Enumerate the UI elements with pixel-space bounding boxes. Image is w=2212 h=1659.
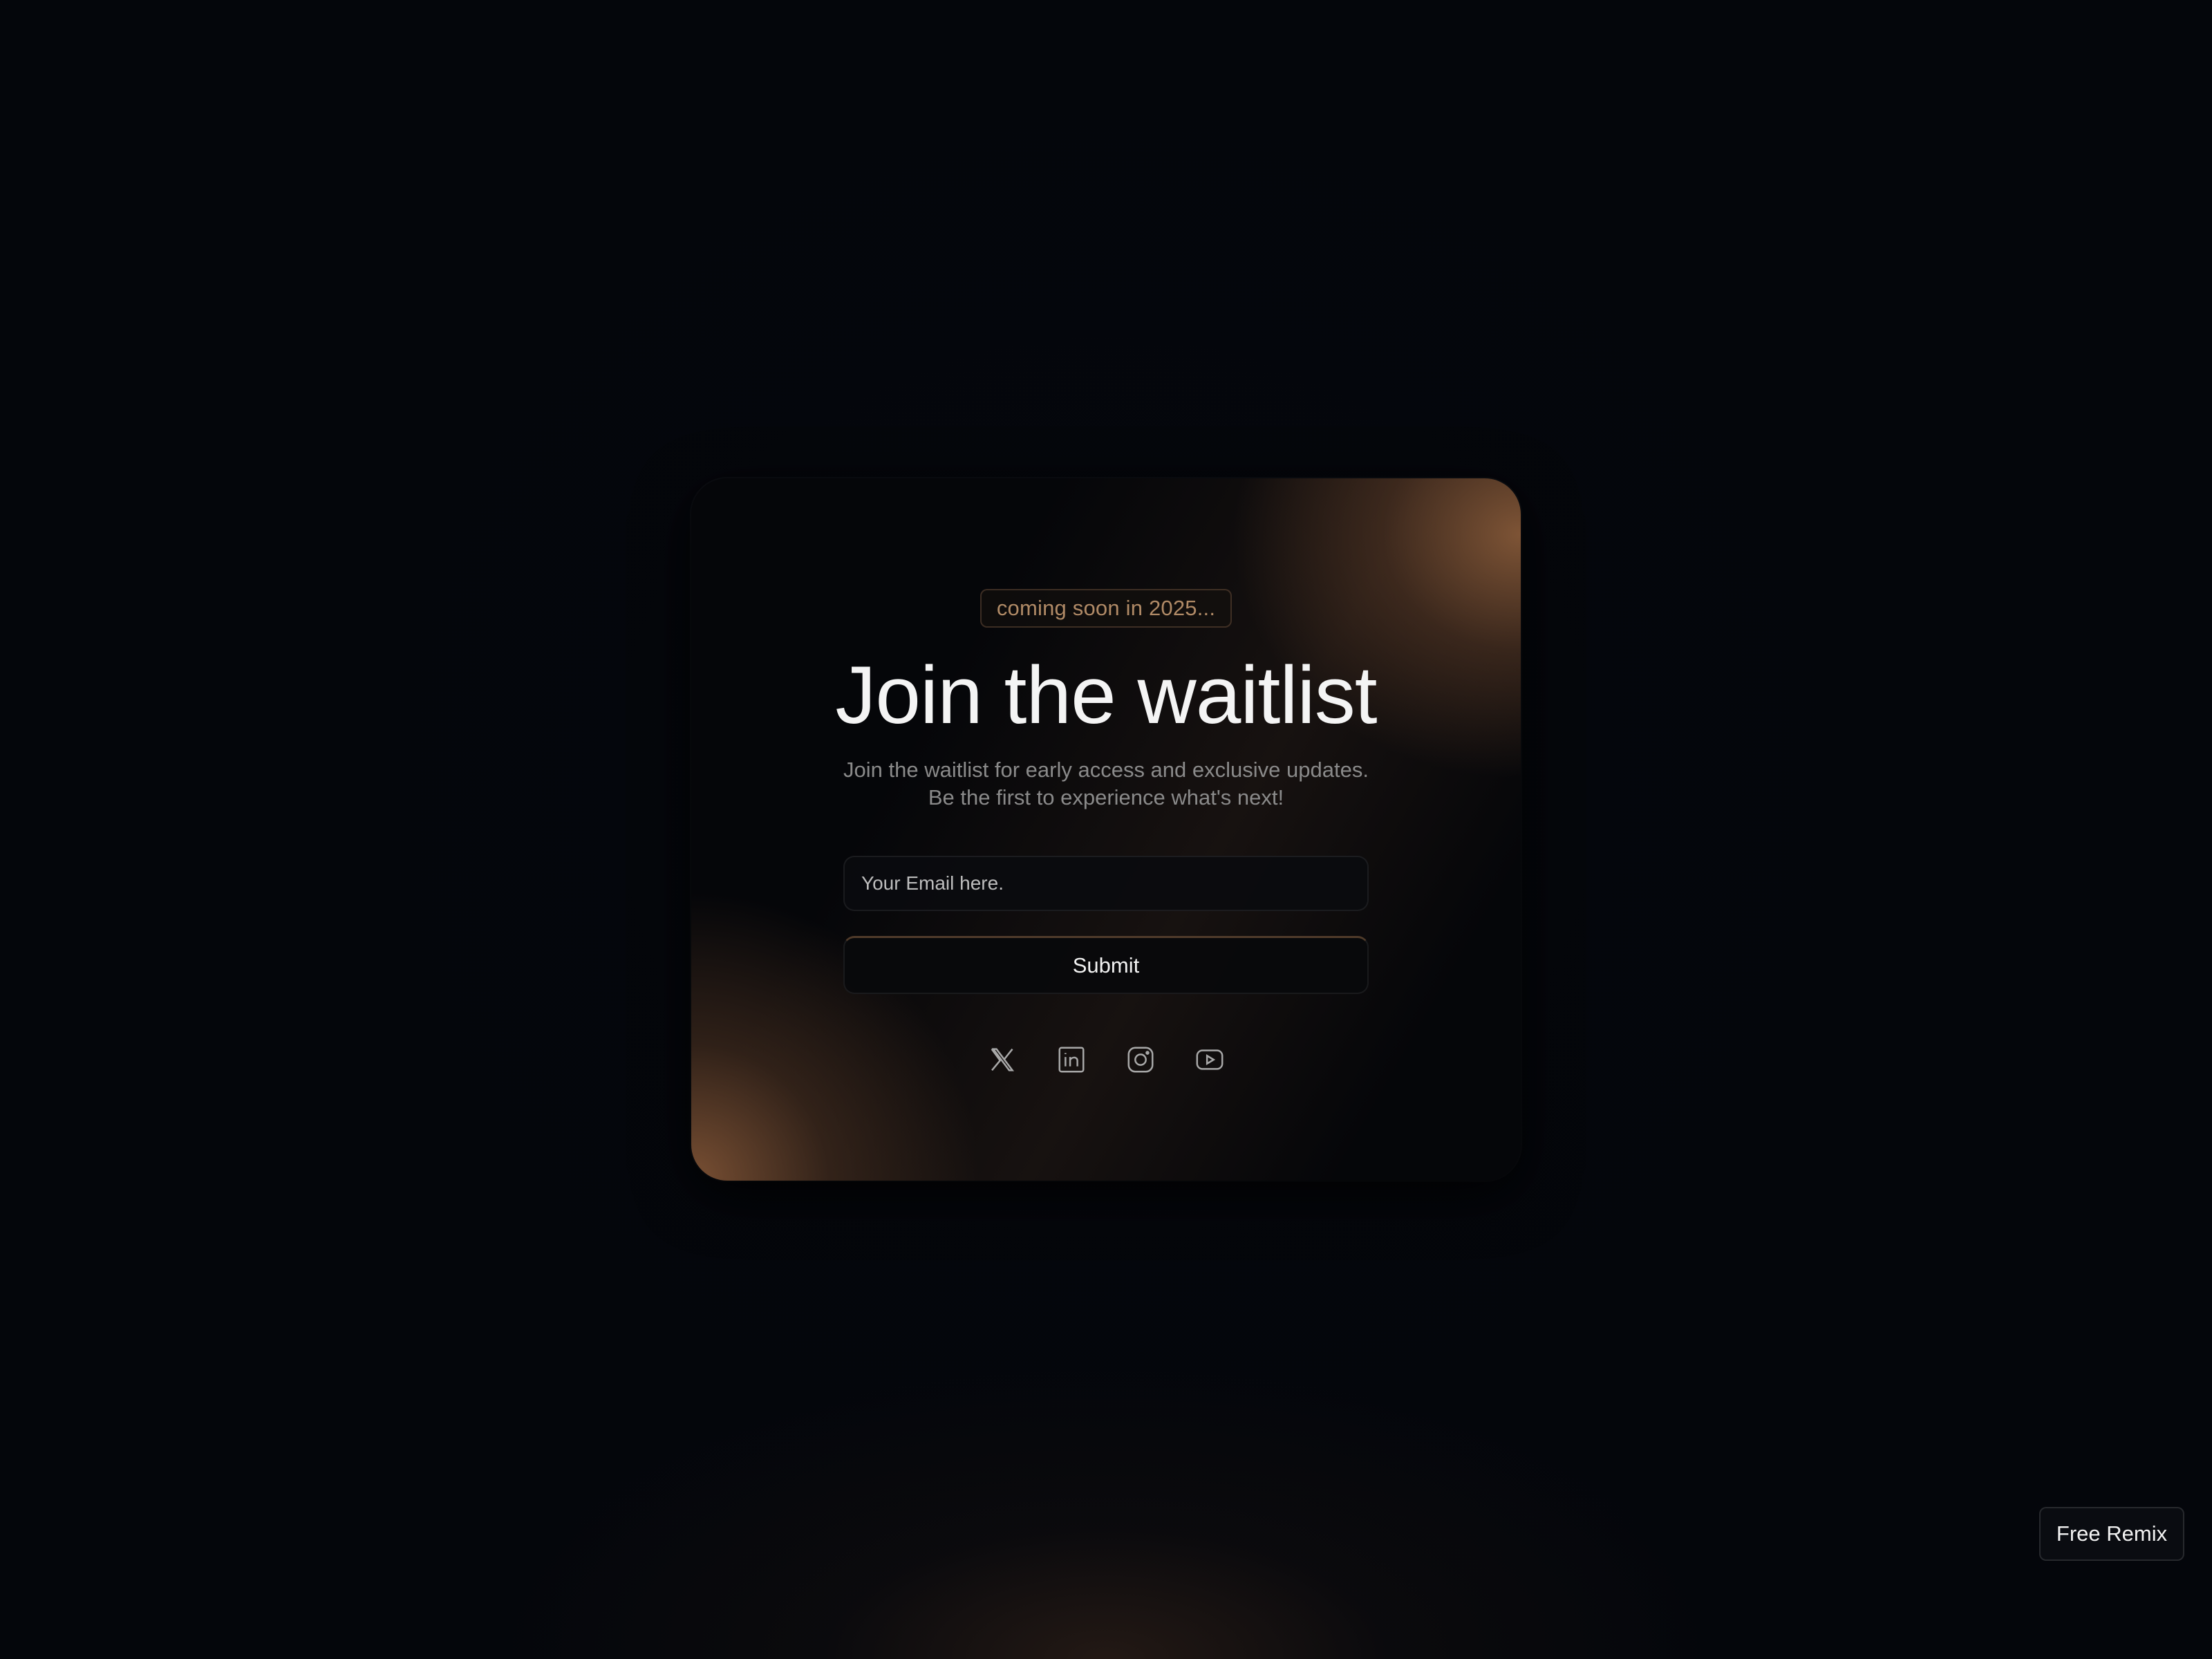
youtube-icon: [1196, 1049, 1224, 1070]
email-input[interactable]: [843, 856, 1369, 911]
subtitle: Join the waitlist for early access and e…: [843, 756, 1369, 812]
page-title: Join the waitlist: [835, 650, 1377, 741]
social-links: [985, 1042, 1227, 1077]
linkedin-icon: [1058, 1047, 1085, 1073]
card-content: coming soon in 2025... Join the waitlist…: [691, 478, 1521, 1181]
waitlist-card: coming soon in 2025... Join the waitlist…: [691, 478, 1521, 1181]
subtitle-line-1: Join the waitlist for early access and e…: [843, 758, 1369, 782]
youtube-link[interactable]: [1192, 1042, 1227, 1077]
free-remix-button[interactable]: Free Remix: [2039, 1507, 2184, 1561]
x-link[interactable]: [985, 1042, 1020, 1077]
instagram-icon: [1127, 1047, 1154, 1073]
linkedin-link[interactable]: [1054, 1042, 1089, 1077]
coming-soon-badge: coming soon in 2025...: [980, 589, 1232, 628]
page: coming soon in 2025... Join the waitlist…: [0, 0, 2212, 1659]
submit-button[interactable]: Submit: [843, 936, 1369, 994]
subtitle-line-2: Be the first to experience what's next!: [928, 785, 1284, 809]
instagram-link[interactable]: [1123, 1042, 1158, 1077]
x-icon: [991, 1048, 1015, 1071]
